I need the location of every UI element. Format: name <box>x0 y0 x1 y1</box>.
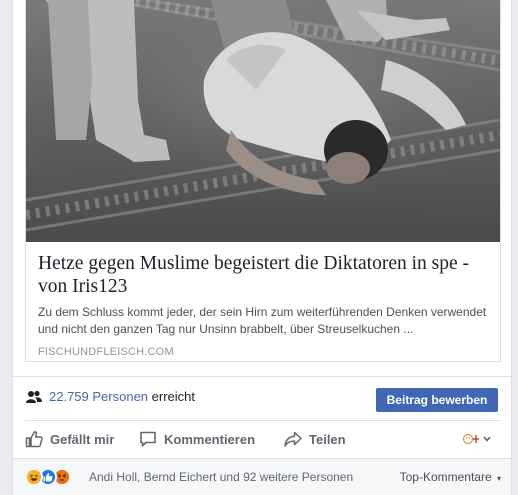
comment-sort-select[interactable]: Top-Kommentare ▾ <box>400 470 501 484</box>
reach-count-link[interactable]: 22.759 Personen <box>49 389 148 404</box>
reactions-summary: Andi Holl, Bernd Eichert und 92 weitere … <box>13 458 511 495</box>
reaction-menu-icon <box>462 433 491 445</box>
comment-sort-label: Top-Kommentare <box>399 470 492 484</box>
comment-label: Kommentieren <box>164 431 256 447</box>
post-card: Hetze gegen Muslime begeistert die Dikta… <box>12 0 512 495</box>
link-preview-text: Hetze gegen Muslime begeistert die Dikta… <box>26 242 500 361</box>
thumbs-up-icon <box>25 431 43 448</box>
link-preview-domain: FISCHUNDFLEISCH.COM <box>38 346 174 358</box>
haha-icon <box>25 468 43 486</box>
comment-button[interactable]: Kommentieren <box>139 421 255 457</box>
reach-suffix: erreicht <box>151 389 196 404</box>
link-preview-card[interactable]: Hetze gegen Muslime begeistert die Dikta… <box>25 0 501 362</box>
people-icon <box>26 390 42 404</box>
comment-bubble-icon <box>140 431 156 447</box>
link-preview-title[interactable]: Hetze gegen Muslime begeistert die Dikta… <box>38 252 488 298</box>
boost-post-button[interactable]: Beitrag bewerben <box>376 388 498 412</box>
link-preview-image[interactable] <box>26 0 500 242</box>
action-bar: Gefällt mir Kommentieren Teilen <box>25 420 501 458</box>
like-label: Gefällt mir <box>50 431 115 447</box>
caret-down-icon: ▾ <box>496 474 501 483</box>
reaction-icons[interactable] <box>25 468 83 486</box>
link-preview-description: Zu dem Schluss kommt jeder, der sein Hir… <box>38 305 487 336</box>
reaction-menu-button[interactable] <box>462 421 499 457</box>
share-button[interactable]: Teilen <box>284 421 346 457</box>
share-label: Teilen <box>309 431 346 447</box>
reach-bar: 22.759 Personen erreicht Beitrag bewerbe… <box>13 376 511 420</box>
reactors-link[interactable]: Andi Holl, Bernd Eichert und 92 weitere … <box>89 470 353 484</box>
reach-text: 22.759 Personen erreicht <box>49 389 195 405</box>
share-arrow-icon <box>284 431 302 447</box>
like-button[interactable]: Gefällt mir <box>25 421 114 457</box>
